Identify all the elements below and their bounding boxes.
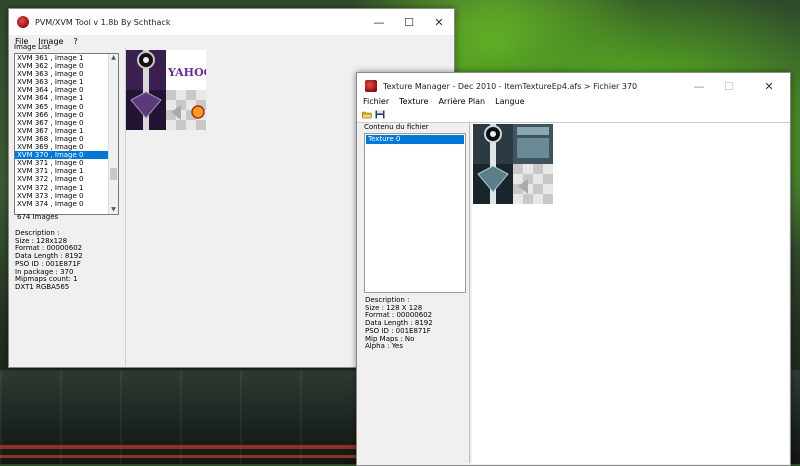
texture-preview	[473, 124, 553, 204]
image-list-item[interactable]: XVM 371 , Image 0	[15, 159, 118, 167]
close-button[interactable]: ✕	[424, 9, 454, 35]
texture-description: Description : Size : 128 X 128 Format : 00…	[365, 296, 433, 351]
menu-help[interactable]: ?	[73, 37, 77, 46]
menu-bar: File Image ?	[9, 35, 454, 48]
image-list-item[interactable]: XVM 372 , Image 1	[15, 184, 118, 192]
image-list-item[interactable]: XVM 367 , Image 1	[15, 127, 118, 135]
open-folder-icon[interactable]	[361, 110, 373, 119]
group-label: Contenu du fichier	[363, 123, 430, 131]
image-list-item[interactable]: XVM 370 , Image 0	[15, 151, 118, 160]
title-bar[interactable]: PVM/XVM Tool v 1.8b By Schthack — ☐ ✕	[9, 9, 454, 35]
image-list-label: Image List	[14, 43, 51, 51]
image-list-item[interactable]: XVM 362 , Image 0	[15, 62, 118, 70]
image-list-item[interactable]: XVM 364 , Image 1	[15, 94, 118, 102]
texture-manager-window: Texture Manager - Dec 2010 - ItemTexture…	[356, 72, 791, 466]
image-list-items: XVM 361 , Image 1 XVM 362 , Image 0 XVM 36…	[15, 54, 118, 208]
image-list-scrollbar[interactable]: ▲ ▼	[108, 54, 118, 214]
window-title: Texture Manager - Dec 2010 - ItemTexture…	[383, 81, 638, 91]
menu-bar: Fichier Texture Arrière Plan Langue	[357, 95, 790, 108]
image-list-item[interactable]: XVM 369 , Image 0	[15, 143, 118, 151]
image-list-item[interactable]: XVM 361 , Image 1	[15, 54, 118, 62]
image-count: 674 Images	[17, 213, 59, 221]
scroll-up-arrow-icon[interactable]: ▲	[109, 54, 118, 62]
menu-texture[interactable]: Texture	[399, 97, 428, 106]
background-stripe	[0, 455, 360, 458]
image-list-item[interactable]: XVM 363 , Image 1	[15, 78, 118, 86]
texture-preview-pane	[472, 123, 789, 464]
texture-preview: YAHOO!	[126, 50, 206, 130]
menu-langue[interactable]: Langue	[495, 97, 525, 106]
image-list-item[interactable]: XVM 366 , Image 0	[15, 111, 118, 119]
menu-fichier[interactable]: Fichier	[363, 97, 389, 106]
yahoo-texture-text: YAHOO!	[167, 66, 206, 79]
scroll-down-arrow-icon[interactable]: ▼	[109, 206, 118, 214]
menu-arriere-plan[interactable]: Arrière Plan	[438, 97, 485, 106]
image-list-item[interactable]: XVM 374 , Image 0	[15, 200, 118, 208]
image-list-item[interactable]: XVM 367 , Image 0	[15, 119, 118, 127]
image-list-item[interactable]: XVM 373 , Image 0	[15, 192, 118, 200]
image-list-item[interactable]: XVM 372 , Image 0	[15, 175, 118, 183]
texture-list[interactable]: Texture 0	[364, 133, 466, 293]
image-list[interactable]: XVM 361 , Image 1 XVM 362 , Image 0 XVM 36…	[14, 53, 119, 215]
description-line: Alpha : Yes	[365, 342, 404, 351]
image-list-item[interactable]: XVM 368 , Image 0	[15, 135, 118, 143]
minimize-button[interactable]: —	[364, 9, 394, 35]
pvm-description: Description : Size : 128x128 Format : 0000…	[15, 229, 83, 292]
save-icon[interactable]	[375, 110, 385, 119]
image-list-item[interactable]: XVM 363 , Image 0	[15, 70, 118, 78]
description-line: DXT1 RGBA565	[15, 282, 70, 291]
file-contents-panel: Contenu du fichier Texture 0 Description…	[359, 123, 470, 463]
maximize-button[interactable]: ☐	[394, 9, 424, 35]
background-stripe	[0, 445, 360, 449]
image-list-item[interactable]: XVM 365 , Image 0	[15, 103, 118, 111]
app-icon	[365, 80, 377, 92]
scroll-thumb[interactable]	[110, 168, 117, 180]
window-title: PVM/XVM Tool v 1.8b By Schthack	[35, 17, 171, 27]
toolbar	[357, 108, 790, 123]
texture-list-item[interactable]: Texture 0	[365, 134, 465, 145]
image-list-item[interactable]: XVM 364 , Image 0	[15, 86, 118, 94]
app-icon	[17, 16, 29, 28]
image-list-item[interactable]: XVM 371 , Image 1	[15, 167, 118, 175]
left-panel: Image List XVM 361 , Image 1 XVM 362 , Im…	[9, 43, 123, 366]
